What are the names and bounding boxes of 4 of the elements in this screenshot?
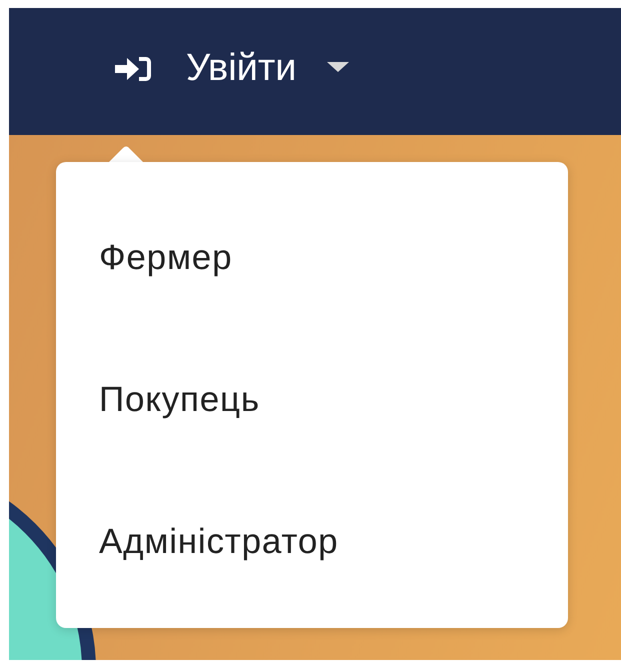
menu-item[interactable]: Адміністратор [56, 471, 568, 613]
menu-item[interactable]: Покупець [56, 329, 568, 471]
menu-item[interactable]: Фермер [56, 187, 568, 329]
login-button[interactable]: Увійти [109, 43, 352, 94]
